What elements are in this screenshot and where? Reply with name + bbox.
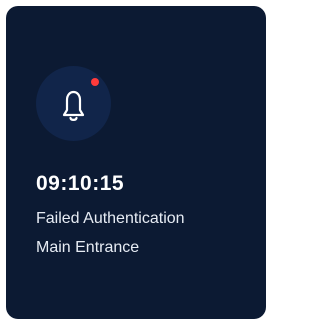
alert-card[interactable]: 09:10:15 Failed Authentication Main Entr… [6,6,266,319]
notification-badge-dot [91,78,99,86]
bell-icon-container [36,66,111,141]
event-time: 09:10:15 [36,172,125,195]
bell-icon [62,90,85,121]
event-type: Failed Authentication [36,210,185,227]
event-location: Main Entrance [36,239,140,256]
